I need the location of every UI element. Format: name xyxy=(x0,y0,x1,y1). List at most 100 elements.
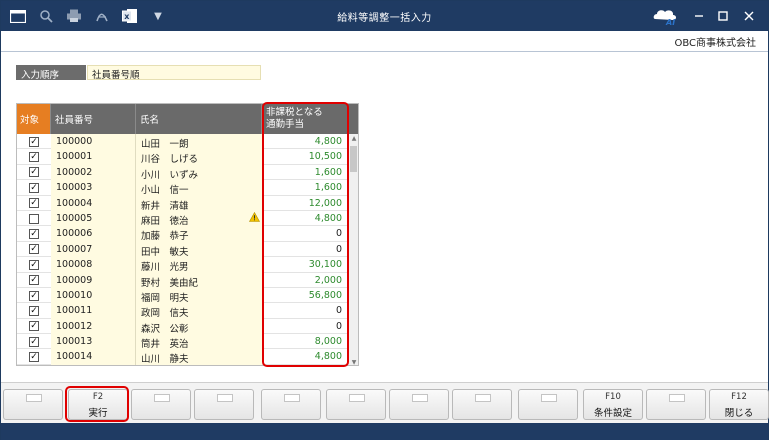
scrollbar-thumb[interactable] xyxy=(350,146,357,172)
function-key-blank-slot xyxy=(154,394,170,402)
warning-icon xyxy=(249,211,263,226)
input-order-field[interactable]: 社員番号順 xyxy=(87,65,261,81)
checkbox[interactable]: ✓ xyxy=(29,182,39,193)
employee-no-cell[interactable]: 100009 xyxy=(51,272,136,288)
checkbox[interactable]: ✓ xyxy=(29,167,39,178)
function-key-blank-slot xyxy=(412,394,428,402)
checkbox[interactable]: ✓ xyxy=(29,259,39,270)
function-key-empty-6[interactable] xyxy=(326,389,386,420)
column-header-employee-no[interactable]: 社員番号 xyxy=(51,104,136,134)
employee-name-cell[interactable]: 山田 一朗 xyxy=(136,134,262,150)
employee-name-cell[interactable]: 森沢 公彰 xyxy=(136,318,262,335)
function-key-empty-3[interactable] xyxy=(131,389,191,420)
employee-name-cell[interactable]: 藤川 光男 xyxy=(136,257,262,273)
close-button[interactable] xyxy=(739,6,759,26)
employee-no-cell[interactable]: 100004 xyxy=(51,195,136,211)
input-order-label: 入力順序 xyxy=(16,65,86,81)
function-key-empty-8[interactable] xyxy=(452,389,512,420)
employee-no-cell[interactable]: 100007 xyxy=(51,241,136,258)
employee-name-cell[interactable]: 川谷 しげる xyxy=(136,149,262,165)
employee-no-cell[interactable]: 100006 xyxy=(51,226,136,242)
checkbox[interactable]: ✓ xyxy=(29,136,39,147)
checkbox[interactable]: ✓ xyxy=(29,198,39,209)
employee-name-cell[interactable]: 政岡 信夫 xyxy=(136,303,262,319)
function-key-f12[interactable]: F12 閉じる xyxy=(709,389,769,420)
target-checkbox-cell[interactable]: ✓ xyxy=(17,303,51,318)
checkbox[interactable]: ✓ xyxy=(29,321,39,332)
minimize-button[interactable] xyxy=(689,6,709,26)
ai-assistant-icon[interactable]: AI xyxy=(651,5,681,27)
target-checkbox-cell[interactable]: ✓ xyxy=(17,242,51,257)
header-divider xyxy=(1,51,768,52)
function-key-blank-slot xyxy=(475,394,491,402)
checkbox[interactable] xyxy=(29,213,39,224)
employee-name-cell[interactable]: 福岡 明夫 xyxy=(136,287,262,304)
function-key-empty-1[interactable] xyxy=(3,389,63,420)
employee-name-cell[interactable]: 小川 いずみ xyxy=(136,164,262,181)
function-key-label: 閉じる xyxy=(724,408,754,419)
target-checkbox-cell[interactable]: ✓ xyxy=(17,134,51,149)
employee-no-cell[interactable]: 100005 xyxy=(51,210,136,227)
employee-name-cell[interactable]: 加藤 恭子 xyxy=(136,226,262,242)
highlight-f2-key xyxy=(65,386,129,422)
function-key-blank-slot xyxy=(669,394,685,402)
maximize-button[interactable] xyxy=(713,6,733,26)
function-key-number: F10 xyxy=(605,392,621,402)
employee-no-cell[interactable]: 100000 xyxy=(51,134,136,150)
target-checkbox-cell[interactable]: ✓ xyxy=(17,226,51,241)
function-key-blank-slot xyxy=(26,394,42,402)
target-checkbox-cell[interactable]: ✓ xyxy=(17,288,51,303)
function-key-empty-11[interactable] xyxy=(646,389,706,420)
employee-no-cell[interactable]: 100011 xyxy=(51,303,136,319)
target-checkbox-cell[interactable]: ✓ xyxy=(17,319,51,334)
function-key-empty-5[interactable] xyxy=(261,389,321,420)
checkbox[interactable]: ✓ xyxy=(29,290,39,301)
checkbox[interactable]: ✓ xyxy=(29,275,39,286)
target-checkbox-cell[interactable]: ✓ xyxy=(17,165,51,180)
employee-name-cell[interactable]: 麻田 徳治 xyxy=(136,210,262,227)
function-key-label: 条件設定 xyxy=(593,408,632,419)
target-checkbox-cell[interactable]: ✓ xyxy=(17,180,51,195)
employee-no-cell[interactable]: 100003 xyxy=(51,180,136,196)
employee-name-cell[interactable]: 新井 清雄 xyxy=(136,195,262,211)
employee-no-cell[interactable]: 100010 xyxy=(51,287,136,304)
employee-name-cell[interactable]: 筒井 英治 xyxy=(136,334,262,350)
scroll-up-icon[interactable]: ▲ xyxy=(350,135,358,142)
function-key-blank-slot xyxy=(541,394,557,402)
checkbox[interactable]: ✓ xyxy=(29,305,39,316)
function-key-blank-slot xyxy=(217,394,233,402)
ai-badge-text: AI xyxy=(665,18,675,27)
highlight-amount-column xyxy=(262,102,349,367)
checkbox[interactable]: ✓ xyxy=(29,152,39,163)
function-key-blank-slot xyxy=(349,394,365,402)
target-checkbox-cell[interactable]: ✓ xyxy=(17,349,51,364)
employee-name-cell[interactable]: 山川 静夫 xyxy=(136,349,262,365)
employee-name-cell[interactable]: 野村 美由紀 xyxy=(136,272,262,288)
target-checkbox-cell[interactable]: ✓ xyxy=(17,273,51,288)
function-key-empty-9[interactable] xyxy=(518,389,578,420)
function-key-f10[interactable]: F10 条件設定 xyxy=(583,389,643,420)
employee-no-cell[interactable]: 100008 xyxy=(51,257,136,273)
target-checkbox-cell[interactable]: ✓ xyxy=(17,196,51,211)
scroll-down-icon[interactable]: ▼ xyxy=(350,359,358,365)
employee-no-cell[interactable]: 100001 xyxy=(51,149,136,165)
checkbox[interactable]: ✓ xyxy=(29,352,39,363)
function-key-empty-4[interactable] xyxy=(194,389,254,420)
employee-no-cell[interactable]: 100013 xyxy=(51,334,136,350)
target-checkbox-cell[interactable] xyxy=(17,211,51,226)
column-header-name[interactable]: 氏名 xyxy=(136,104,262,134)
checkbox[interactable]: ✓ xyxy=(29,336,39,347)
employee-name-cell[interactable]: 田中 敏夫 xyxy=(136,241,262,258)
column-header-target[interactable]: 対象 xyxy=(17,104,51,134)
employee-no-cell[interactable]: 100002 xyxy=(51,164,136,181)
function-key-empty-7[interactable] xyxy=(389,389,449,420)
target-checkbox-cell[interactable]: ✓ xyxy=(17,257,51,272)
checkbox[interactable]: ✓ xyxy=(29,229,39,240)
checkbox[interactable]: ✓ xyxy=(29,244,39,255)
employee-name-cell[interactable]: 小山 信一 xyxy=(136,180,262,196)
employee-no-cell[interactable]: 100012 xyxy=(51,318,136,335)
employee-no-cell[interactable]: 100014 xyxy=(51,349,136,365)
function-key-blank-slot xyxy=(284,394,300,402)
target-checkbox-cell[interactable]: ✓ xyxy=(17,334,51,349)
target-checkbox-cell[interactable]: ✓ xyxy=(17,149,51,164)
